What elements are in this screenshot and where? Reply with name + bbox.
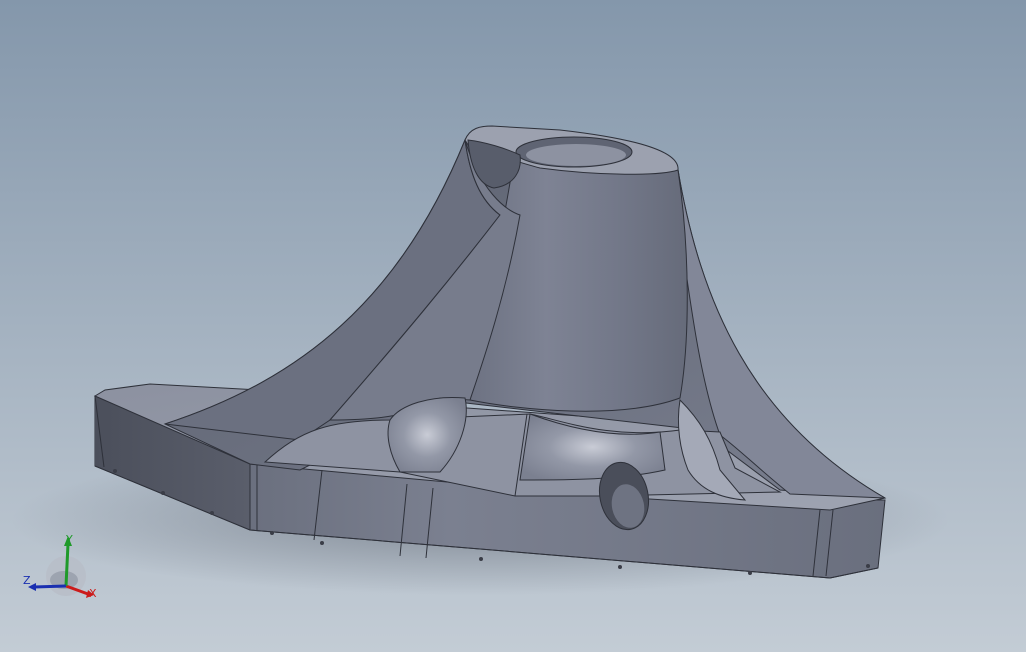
y-axis-line xyxy=(64,543,70,587)
part-model[interactable] xyxy=(0,0,1026,652)
boss-hole-inner xyxy=(526,144,626,166)
y-axis-label: Y xyxy=(65,533,73,546)
3d-viewport[interactable]: X Y Z xyxy=(0,0,1026,652)
x-axis-label: X xyxy=(89,587,97,600)
z-axis-line xyxy=(33,584,67,589)
z-axis-label: Z xyxy=(23,574,31,587)
axis-triad: X Y Z xyxy=(23,533,97,600)
